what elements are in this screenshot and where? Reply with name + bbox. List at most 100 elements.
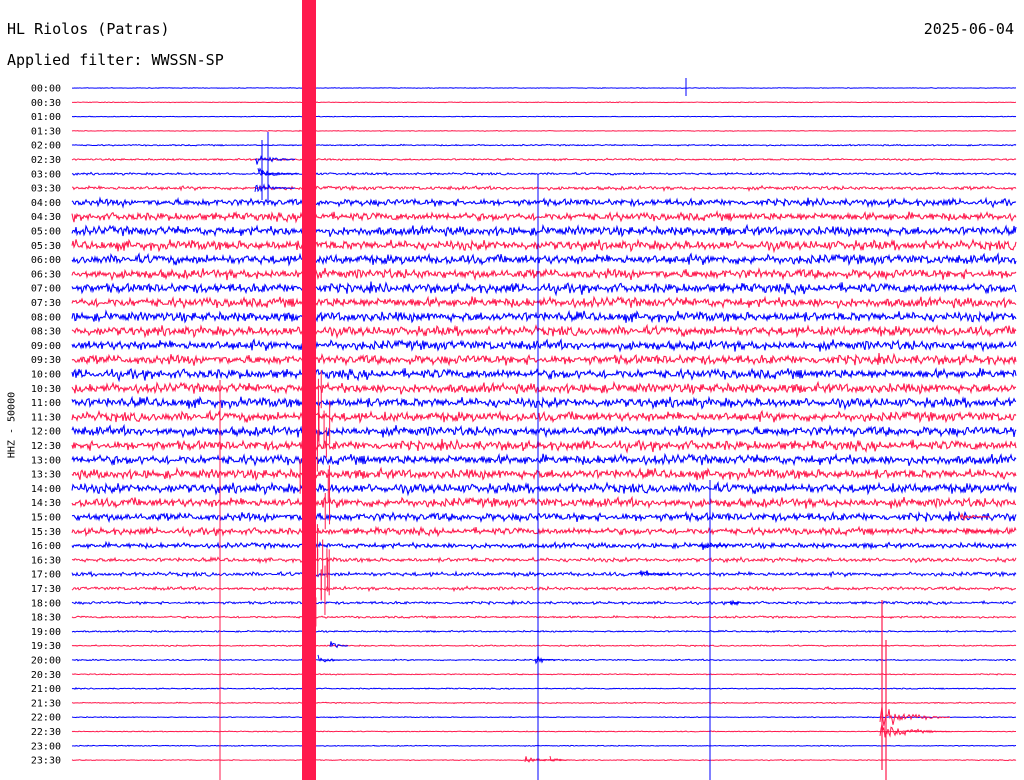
trace-line <box>71 438 1017 454</box>
time-label: 12:30 <box>31 441 61 452</box>
trace-line <box>71 338 1017 353</box>
trace-line <box>71 510 1017 524</box>
event-burst <box>879 706 951 727</box>
time-label: 17:00 <box>31 570 61 581</box>
trace-line <box>71 409 1017 424</box>
event-burst <box>879 724 951 738</box>
time-label: 01:30 <box>31 126 61 137</box>
time-label: 00:00 <box>31 84 61 95</box>
time-label: 19:00 <box>31 627 61 638</box>
time-label: 02:30 <box>31 155 61 166</box>
trace-line <box>71 171 1017 177</box>
trace-line <box>71 252 1017 267</box>
time-label: 16:30 <box>31 555 61 566</box>
time-label: 01:00 <box>31 112 61 123</box>
trace-line <box>71 730 1017 733</box>
time-label: 00:30 <box>31 98 61 109</box>
trace-line <box>71 629 1017 634</box>
trace-line <box>71 423 1017 439</box>
time-label: 18:30 <box>31 613 61 624</box>
time-label: 03:00 <box>31 169 61 180</box>
event-burst <box>317 654 344 663</box>
time-label: 22:30 <box>31 727 61 738</box>
trace-line <box>71 615 1017 620</box>
event-burst <box>329 641 349 649</box>
trace-line <box>71 295 1017 310</box>
time-label: 15:00 <box>31 513 61 524</box>
trace-line <box>71 570 1017 579</box>
time-label: 06:30 <box>31 269 61 280</box>
trace-line <box>71 540 1017 551</box>
trace-line <box>71 599 1017 606</box>
trace-line <box>71 452 1017 467</box>
trace-line <box>71 716 1017 719</box>
trace-line <box>71 223 1017 238</box>
time-label: 12:00 <box>31 427 61 438</box>
trace-line <box>71 323 1017 340</box>
time-label: 08:00 <box>31 312 61 323</box>
trace-line <box>71 309 1017 324</box>
trace-line <box>71 466 1017 482</box>
trace-line <box>71 281 1017 297</box>
time-label: 04:30 <box>31 212 61 223</box>
time-label: 11:30 <box>31 412 61 423</box>
time-label: 10:00 <box>31 370 61 381</box>
trace-line <box>71 687 1017 691</box>
time-label: 22:00 <box>31 713 61 724</box>
trace-line <box>71 555 1017 565</box>
trace-line <box>71 184 1017 192</box>
trace-line <box>71 481 1017 497</box>
time-label: 14:30 <box>31 498 61 509</box>
trace-line <box>71 267 1017 282</box>
time-label: 23:00 <box>31 741 61 752</box>
trace-line <box>71 701 1017 705</box>
time-label: 09:00 <box>31 341 61 352</box>
time-label: 19:30 <box>31 641 61 652</box>
time-label: 15:30 <box>31 527 61 538</box>
time-label: 21:00 <box>31 684 61 695</box>
trace-line <box>71 196 1017 209</box>
trace-line <box>71 367 1017 383</box>
trace-line <box>71 115 1017 118</box>
time-label: 06:00 <box>31 255 61 266</box>
trace-line <box>71 395 1017 411</box>
time-label: 13:00 <box>31 455 61 466</box>
time-label: 20:00 <box>31 656 61 667</box>
time-label: 11:00 <box>31 398 61 409</box>
trace-line <box>71 210 1017 224</box>
trace-line <box>71 238 1017 254</box>
time-label: 02:00 <box>31 141 61 152</box>
trace-line <box>71 525 1017 538</box>
event-burst <box>254 183 296 193</box>
time-label: 09:30 <box>31 355 61 366</box>
time-label: 03:30 <box>31 184 61 195</box>
time-label: 04:00 <box>31 198 61 209</box>
time-label: 13:30 <box>31 470 61 481</box>
trace-line <box>71 380 1017 396</box>
trace-line <box>71 744 1017 748</box>
helicorder-plot: 00:00 00:30 01:00 01:30 02:00 02:30 03:00 03:30… <box>31 0 1017 780</box>
event-burst <box>257 167 299 176</box>
trace-line <box>71 673 1017 676</box>
time-label: 05:30 <box>31 241 61 252</box>
time-label: 17:30 <box>31 584 61 595</box>
time-label: 18:00 <box>31 598 61 609</box>
time-label: 23:30 <box>31 756 61 767</box>
trace-line <box>71 644 1017 648</box>
time-label: 14:00 <box>31 484 61 495</box>
time-label: 07:30 <box>31 298 61 309</box>
trace-line <box>71 495 1017 510</box>
trace-line <box>71 87 1017 89</box>
time-label: 21:30 <box>31 698 61 709</box>
trace-line <box>71 585 1017 593</box>
event-burst <box>254 155 296 165</box>
time-label: 20:30 <box>31 670 61 681</box>
time-label: 16:00 <box>31 541 61 552</box>
time-tick-labels: 00:00 00:30 01:00 01:30 02:00 02:30 03:00 03:30… <box>31 84 61 767</box>
trace-line <box>71 143 1017 147</box>
trace-line <box>71 129 1017 132</box>
trace-line <box>71 101 1017 104</box>
time-label: 07:00 <box>31 284 61 295</box>
trace-line <box>71 352 1017 367</box>
time-label: 05:00 <box>31 227 61 238</box>
